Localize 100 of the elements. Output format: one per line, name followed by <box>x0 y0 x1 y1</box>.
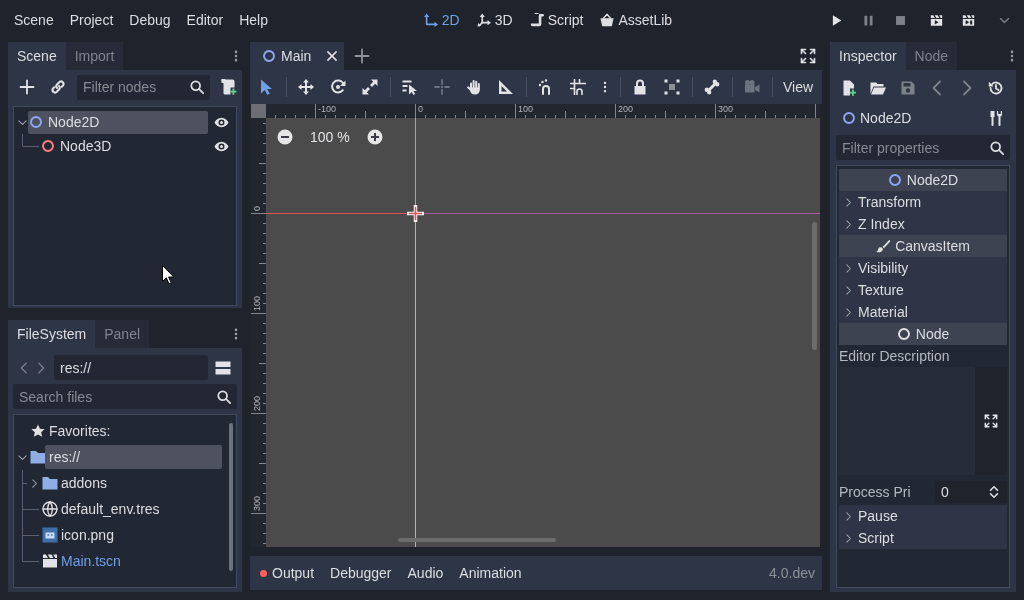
origin-marker-icon <box>405 203 426 224</box>
workspace-tab[interactable]: 2D <box>417 7 466 33</box>
tree-item[interactable]: Node3D <box>40 134 208 158</box>
ruler-label: 300 <box>718 104 734 114</box>
property-label: Process Pri <box>839 483 912 502</box>
zoom-level-button[interactable]: 100 % <box>293 129 367 145</box>
search-icon <box>990 140 1004 155</box>
image-file-icon <box>42 527 58 543</box>
category-label: CanvasItem <box>895 238 970 254</box>
category-label: Node2D <box>906 172 959 188</box>
spin-arrows-icon[interactable] <box>987 485 1001 499</box>
close-icon[interactable] <box>326 50 339 62</box>
fullscreen-icon[interactable] <box>800 48 816 64</box>
menu-item[interactable]: Debug <box>121 7 179 33</box>
new-file-icon[interactable] <box>841 80 857 96</box>
move-arrows-icon[interactable] <box>298 79 314 95</box>
tree-item[interactable]: res:// <box>45 445 222 469</box>
workspace-tab[interactable]: 3D <box>470 7 519 33</box>
dock-tab[interactable]: FileSystem <box>8 320 96 348</box>
tree-item[interactable]: Node2D <box>28 110 208 134</box>
document-tab[interactable]: Main <box>250 42 345 70</box>
expand-button[interactable] <box>975 367 1007 475</box>
workspace-tab[interactable]: Script <box>523 7 590 33</box>
clapperboard-play-icon[interactable] <box>929 13 943 27</box>
filter-field[interactable]: Filter properties <box>836 135 1010 160</box>
workspace-tab[interactable]: AssetLib <box>594 7 679 33</box>
zoom-in-icon[interactable] <box>366 129 383 145</box>
tree-item[interactable]: default_env.tres <box>57 497 222 521</box>
hand-icon[interactable] <box>466 79 482 95</box>
ruler-label: 0 <box>252 206 262 211</box>
property-group[interactable]: Transform <box>839 191 1007 213</box>
dock-tab[interactable]: Scene <box>8 42 66 70</box>
pointer-icon[interactable] <box>258 79 274 95</box>
link-icon[interactable] <box>50 79 66 95</box>
rotate-icon[interactable] <box>330 79 346 95</box>
ruler-corner <box>251 104 266 118</box>
star-icon <box>31 424 45 438</box>
tree-item[interactable]: Favorites: <box>45 419 222 443</box>
property-group[interactable]: Visibility <box>839 257 1007 279</box>
bottom-tab[interactable]: Output <box>252 559 323 587</box>
filter-field[interactable]: Filter nodes <box>77 74 210 100</box>
add-icon[interactable] <box>19 79 35 95</box>
zoom-out-icon[interactable] <box>277 129 293 145</box>
bottom-tab[interactable]: Debugger <box>322 559 400 587</box>
clapperboard-icon[interactable] <box>961 13 975 27</box>
basket-icon <box>600 13 615 27</box>
list-pointer-icon[interactable] <box>402 79 418 95</box>
script-add-icon[interactable] <box>221 79 237 95</box>
menu-item[interactable]: Help <box>231 7 276 33</box>
ruler-label: 100 <box>518 104 534 114</box>
object-name: Node2D <box>860 110 912 126</box>
scrollbar-thumb[interactable] <box>398 538 556 542</box>
folder-open-icon[interactable] <box>870 80 887 96</box>
menu-item[interactable]: Editor <box>178 7 232 33</box>
axes-2d-icon <box>423 13 438 27</box>
scrollbar-thumb[interactable] <box>812 222 817 350</box>
ruler-label: -100 <box>318 104 336 114</box>
canvas-area[interactable]: 100 % <box>266 118 820 547</box>
lock-icon[interactable] <box>632 79 648 95</box>
scrollbar-thumb[interactable] <box>229 423 233 571</box>
search-icon <box>190 80 204 94</box>
property-group[interactable]: Material <box>839 301 1007 323</box>
menu-item[interactable]: Project <box>61 7 122 33</box>
ruler-label: 0 <box>418 104 423 114</box>
scale-arrows-icon[interactable] <box>362 79 378 95</box>
search-icon <box>217 389 231 404</box>
axes-3d-icon <box>476 13 491 27</box>
number-field[interactable]: 0 <box>935 481 1007 503</box>
dock-tab[interactable]: Panel <box>95 320 150 348</box>
property-group[interactable]: Script <box>839 527 1007 549</box>
globe-icon <box>42 501 58 517</box>
tree-item[interactable]: addons <box>57 471 222 495</box>
ruler-label: 200 <box>618 104 634 114</box>
split-view-icon[interactable] <box>215 359 231 376</box>
folder-icon <box>30 449 46 465</box>
bottom-tab[interactable]: Audio <box>399 559 452 587</box>
ruler-label: 300 <box>252 495 262 511</box>
bottom-tab[interactable]: Animation <box>451 559 530 587</box>
scroll-icon <box>529 13 544 27</box>
dock-tab[interactable]: Import <box>65 42 124 70</box>
history-icon[interactable] <box>987 80 1004 96</box>
expand-icon <box>984 414 998 428</box>
view-menu-button[interactable]: View <box>776 73 821 101</box>
tree-item[interactable]: Main.tscn <box>57 549 222 573</box>
grid-magnet-icon[interactable] <box>570 79 586 95</box>
dock-tab[interactable]: Node <box>905 42 958 70</box>
tools-icon[interactable] <box>988 110 1004 126</box>
ruler-triangle-icon[interactable] <box>498 79 514 95</box>
property-group[interactable]: Texture <box>839 279 1007 301</box>
group-icon[interactable] <box>664 79 680 95</box>
property-group[interactable]: Pause <box>839 505 1007 527</box>
bone-icon[interactable] <box>704 79 720 95</box>
tree-item[interactable]: icon.png <box>57 523 222 547</box>
search-field[interactable]: Search files <box>13 384 237 409</box>
menu-item[interactable]: Scene <box>6 7 62 33</box>
property-group[interactable]: Z Index <box>839 213 1007 235</box>
add-tab-icon[interactable] <box>354 48 371 64</box>
path-field[interactable]: res:// <box>54 355 208 380</box>
ruler-label: 200 <box>252 395 262 411</box>
dock-tab[interactable]: Inspector <box>830 42 906 70</box>
